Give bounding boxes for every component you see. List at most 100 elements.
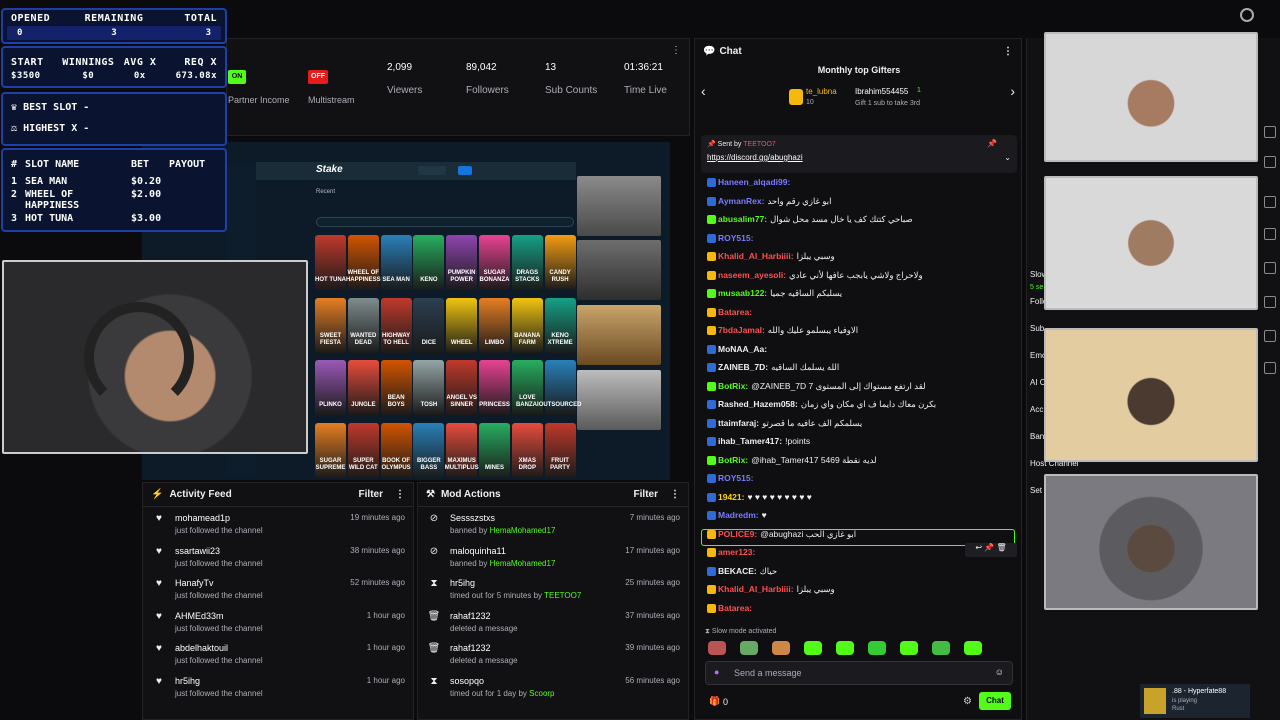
chat-username[interactable]: Khalid_Al_Harbiiii: [718, 251, 794, 261]
subs-stat: 13 Sub Counts [545, 62, 597, 96]
chat-text: @ZAINEB_7D 7 لقد ارتفع مستواك إلى المستو… [751, 380, 926, 391]
pin-message-icon[interactable]: 📌 [984, 543, 994, 552]
mod-username[interactable]: rahaf1232 [450, 643, 625, 653]
pinned-expand-icon[interactable]: ⌄ [1004, 153, 1011, 162]
emote-1[interactable] [708, 641, 726, 655]
activity-filter-button[interactable]: Filter [359, 489, 383, 500]
unpin-icon[interactable]: 📌 [987, 139, 997, 148]
chat-username[interactable]: AymanRex: [718, 196, 764, 206]
mod-username[interactable]: rahaf1232 [450, 611, 625, 621]
side-icon-2[interactable] [1264, 156, 1276, 168]
chat-username[interactable]: naseem_ayesoli: [718, 270, 786, 280]
slot-header-1: SLOT NAME [25, 159, 80, 170]
chat-username[interactable]: Madredm: [718, 510, 759, 520]
emote-4[interactable] [804, 641, 822, 655]
chat-username[interactable]: abusalim77: [718, 214, 767, 224]
chat-username[interactable]: Rashed_Hazem058: [718, 399, 798, 409]
chat-username[interactable]: ROY515: [718, 473, 753, 483]
emote-5[interactable] [836, 641, 854, 655]
pinned-link[interactable]: https://discord.gg/abughazi [701, 153, 1017, 162]
activity-username[interactable]: mohamead1p [175, 513, 350, 523]
gifter-2-name[interactable]: Ibrahim554455 [855, 87, 908, 96]
activity-username[interactable]: AHMEd33m [175, 611, 367, 621]
settings-icon[interactable] [1240, 8, 1254, 22]
chat-username[interactable]: Batarea: [718, 603, 752, 613]
send-chat-button[interactable]: Chat [979, 692, 1011, 710]
side-icon-5[interactable] [1264, 262, 1276, 274]
chat-username[interactable]: BotRix: [718, 455, 748, 465]
mod-username[interactable]: Sessszstxs [450, 513, 630, 523]
activity-time: 38 minutes ago [350, 545, 405, 555]
activity-menu-icon[interactable]: ⋮ [395, 489, 405, 500]
chat-username[interactable]: ROY515: [718, 233, 753, 243]
gifters-prev-icon[interactable]: ‹ [701, 83, 706, 99]
chat-badge-icon [707, 363, 716, 373]
chat-menu-icon[interactable]: ⋮ [1003, 46, 1013, 57]
pinned-user[interactable]: TEETOO7 [743, 141, 776, 148]
chat-username[interactable]: ihab_Tamer417: [718, 436, 782, 446]
emote-6[interactable] [868, 641, 886, 655]
mod-action-text: deleted a message [450, 656, 518, 665]
chat-username[interactable]: musaab122: [718, 288, 767, 298]
chat-username[interactable]: Khalid_Al_Harbiiii: [718, 584, 794, 594]
partner-toggle[interactable]: ON [228, 70, 246, 84]
chat-message: Batarea: [695, 599, 1021, 618]
mod-username[interactable]: sosopqo [450, 676, 625, 686]
side-icon-4[interactable] [1264, 228, 1276, 240]
chat-username[interactable]: ZAINEB_7D: [718, 362, 768, 372]
chat-username[interactable]: 19421: [718, 492, 744, 502]
chat-username[interactable]: ttaimfaraj: [718, 418, 759, 428]
emote-3[interactable] [772, 641, 790, 655]
side-icon-3[interactable] [1264, 196, 1276, 208]
side-icon-7[interactable] [1264, 330, 1276, 342]
emote-8[interactable] [932, 641, 950, 655]
points-icon[interactable]: 🎁 [709, 696, 720, 707]
steam-notification[interactable]: .88 - Hyperfate88 is playing Rust [1140, 684, 1250, 718]
chat-username[interactable]: BotRix: [718, 381, 748, 391]
mod-by-user[interactable]: TEETOO7 [544, 591, 581, 600]
mod-by-user[interactable]: Scoorp [529, 689, 554, 698]
chat-username[interactable]: Batarea: [718, 307, 752, 317]
game-tile: MINES [479, 422, 510, 478]
mod-by-user[interactable]: HemaMohamed17 [490, 526, 556, 535]
side-icon-1[interactable] [1264, 126, 1276, 138]
multistream-toggle[interactable]: OFF [308, 70, 328, 84]
chat-message: musaab122: يسلبكم الساقيه جميا [695, 284, 1021, 303]
chat-username[interactable]: 7bdaJamal: [718, 325, 765, 335]
gifters-next-icon[interactable]: › [1010, 83, 1015, 99]
mod-by-user[interactable]: HemaMohamed17 [490, 559, 556, 568]
emote-7[interactable] [900, 641, 918, 655]
activity-username[interactable]: abdelhaktouil [175, 643, 367, 653]
delete-icon[interactable]: 🗑 [996, 543, 1006, 552]
emoji-icon[interactable]: ☺ [995, 667, 1004, 677]
scale-icon: ⚖ [11, 123, 18, 134]
chat-message: Rashed_Hazem058: بكرن معاك دايما ف اي مكا… [695, 395, 1021, 414]
chat-username[interactable]: BEKACE: [718, 566, 757, 576]
activity-username[interactable]: ssartawii23 [175, 546, 350, 556]
gifter-1-name[interactable]: te_lubna [806, 87, 837, 96]
reply-icon[interactable]: ↩ [975, 543, 982, 552]
opened-value-0: 0 [17, 28, 23, 38]
stats-menu-icon[interactable]: ⋮ [671, 45, 681, 56]
opened-header-2: TOTAL [184, 13, 218, 24]
emote-9[interactable] [964, 641, 982, 655]
mod-username[interactable]: maloquinha11 [450, 546, 625, 556]
activity-username[interactable]: HanafyTv [175, 578, 350, 588]
chat-message: MoNAA_Aa: [695, 340, 1021, 359]
mod-username[interactable]: hr5ihg [450, 578, 625, 588]
slot-bet: $0.20 [131, 176, 162, 187]
chat-username[interactable]: amer123: [718, 547, 755, 557]
mod-filter-button[interactable]: Filter [634, 489, 658, 500]
mod-menu-icon[interactable]: ⋮ [670, 489, 680, 500]
side-icon-8[interactable] [1264, 362, 1276, 374]
activity-username[interactable]: hr5ihg [175, 676, 367, 686]
mod-item: ⧗ hr5ihg timed out for 5 minutes by TEETOO… [418, 572, 688, 605]
chat-username[interactable]: Haneen_alqadi99: [718, 177, 790, 187]
emote-2[interactable] [740, 641, 758, 655]
chat-username[interactable]: MoNAA_Aa: [718, 344, 767, 354]
message-input[interactable]: ● Send a message ☺ [705, 661, 1013, 685]
slot-name: HOT TUNA [25, 213, 74, 224]
chat-settings-icon[interactable]: ⚙ [963, 696, 972, 707]
highest-x: ⚖ HIGHEST X - [3, 113, 225, 134]
side-icon-6[interactable] [1264, 296, 1276, 308]
